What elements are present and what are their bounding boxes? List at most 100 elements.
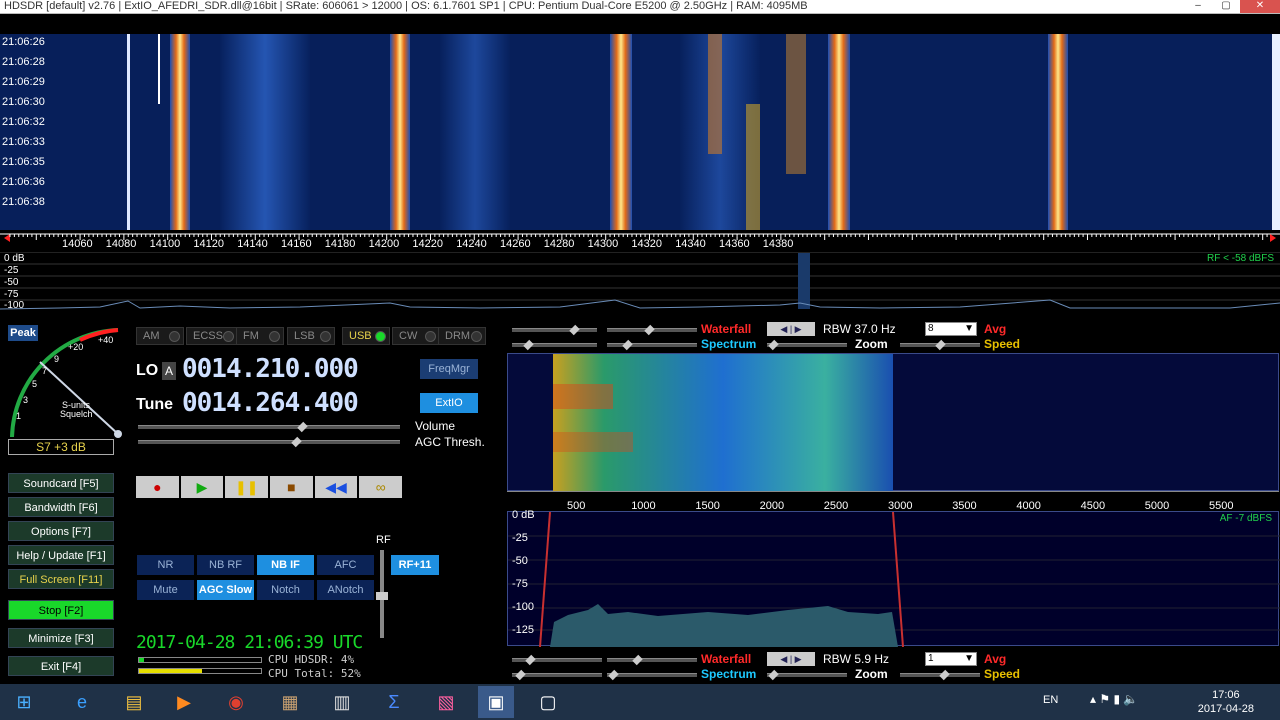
extio-button[interactable]: ExtIO: [420, 393, 478, 413]
window-title: HDSDR [default] v2.76 | ExtIO_AFEDRI_SDR…: [4, 0, 808, 12]
af-spectrum[interactable]: 0 dB -25 -50 -75 -100 -125: [507, 509, 1280, 648]
peak-button[interactable]: Peak: [8, 325, 38, 341]
tray-icons[interactable]: ▴ ⚑ ▮ 🔈: [1090, 692, 1138, 706]
spec-db-100: -100: [4, 300, 25, 311]
sstv-icon[interactable]: ▧: [428, 686, 464, 718]
spectrum-slider-3[interactable]: [512, 669, 602, 681]
dsp-afc-button[interactable]: AFC: [317, 555, 374, 575]
spectrum-slider-1[interactable]: [512, 339, 597, 351]
waterfall-slider-4[interactable]: [607, 654, 697, 666]
af-level: AF -7 dBFS: [1219, 513, 1272, 524]
sidebar-button-3[interactable]: Help / Update [F1]: [8, 545, 114, 565]
dsp-nb-if-button[interactable]: NB IF: [257, 555, 314, 575]
maximize-button[interactable]: ▢: [1212, 0, 1240, 13]
sidebar-button-0[interactable]: Soundcard [F5]: [8, 473, 114, 493]
waterfall-slider-3[interactable]: [512, 654, 602, 666]
freq-label: 14100: [149, 238, 181, 250]
freqmgr-button[interactable]: FreqMgr: [420, 359, 478, 379]
lo-frequency[interactable]: 0014.210.000: [182, 354, 359, 384]
play-button[interactable]: ▶: [180, 476, 224, 498]
minimize-button[interactable]: –: [1184, 0, 1212, 13]
mode-fm-button[interactable]: FM: [236, 327, 284, 345]
mode-usb-button[interactable]: USB: [342, 327, 390, 345]
rf-gain-slider[interactable]: [376, 550, 388, 638]
af-frequency-scale: 500 1000 1500 2000 2500 3000 3500 4000 4500 5000 5…: [507, 491, 1279, 512]
dsp-agc-slow-button[interactable]: AGC Slow: [197, 580, 254, 600]
dsp-mute-button[interactable]: Mute: [137, 580, 194, 600]
af-waterfall[interactable]: [507, 353, 1279, 492]
agc-threshold-slider[interactable]: [138, 436, 400, 448]
lo-a-button[interactable]: A: [162, 362, 176, 380]
time-label: 21:06:36: [2, 176, 45, 188]
sidebar-button-7[interactable]: Exit [F4]: [8, 656, 114, 676]
rf-waterfall[interactable]: [0, 34, 1280, 230]
radio-icon[interactable]: ▦: [272, 686, 308, 718]
cpu-hdsdr-bar: [138, 657, 262, 663]
mode-cw-button[interactable]: CW: [392, 327, 440, 345]
chrome-icon[interactable]: ◉: [218, 686, 254, 718]
sidebar-button-6[interactable]: Minimize [F3]: [8, 628, 114, 648]
speed-slider-top[interactable]: [900, 339, 980, 351]
window-icon[interactable]: ▢: [530, 686, 566, 718]
dsp-notch-button[interactable]: Notch: [257, 580, 314, 600]
dsp-anotch-button[interactable]: ANotch: [317, 580, 374, 600]
waterfall-time-labels: 21:06:26 21:06:28 21:06:29 21:06:30 21:06:32…: [0, 34, 60, 230]
waterfall-slider-2[interactable]: [607, 324, 697, 336]
app-icon-1[interactable]: ▥: [324, 686, 360, 718]
zoom-slider-bottom[interactable]: [767, 669, 847, 681]
stop-playback-button[interactable]: ■: [270, 476, 313, 498]
af-db-label: -50: [512, 555, 528, 567]
rf-frequency-scale[interactable]: 14060 14080 14100 14120 14140 14160 14180 14200…: [0, 230, 1280, 252]
meter-mark-9: 9: [54, 354, 60, 364]
start-icon[interactable]: ⊞: [6, 686, 42, 718]
dsp-nr-button[interactable]: NR: [137, 555, 194, 575]
freq-label: 14160: [281, 238, 312, 250]
language-indicator[interactable]: EN: [1043, 694, 1058, 706]
ie-icon[interactable]: e: [64, 686, 100, 718]
folder-icon[interactable]: ▤: [116, 686, 152, 718]
mode-am-button[interactable]: AM: [136, 327, 184, 345]
speed-slider-bottom[interactable]: [900, 669, 980, 681]
mode-lsb-button[interactable]: LSB: [287, 327, 335, 345]
loop-button[interactable]: ∞: [359, 476, 403, 498]
spectrum-slider-2[interactable]: [607, 339, 697, 351]
sidebar-button-1[interactable]: Bandwidth [F6]: [8, 497, 114, 517]
rbw-arrows-bottom[interactable]: ◀ | ▶: [767, 652, 815, 666]
meter-mark-3: 3: [23, 395, 29, 405]
rf-gain-button[interactable]: RF+11: [391, 555, 439, 575]
squelch-label: Squelch: [60, 409, 93, 419]
media-player-icon[interactable]: ▶: [166, 686, 202, 718]
app-icon-2[interactable]: Σ: [376, 686, 412, 718]
sidebar-button-2[interactable]: Options [F7]: [8, 521, 114, 541]
pause-button[interactable]: ❚❚: [225, 476, 269, 498]
mode-drm-button[interactable]: DRM: [438, 327, 486, 345]
sidebar-button-4[interactable]: Full Screen [F11]: [8, 569, 114, 589]
rewind-button[interactable]: ◀◀: [314, 476, 358, 498]
rbw-top: RBW 37.0 Hz: [823, 322, 896, 336]
agc-threshold-label: AGC Thresh.: [415, 435, 485, 449]
rf-spectrum[interactable]: [0, 252, 1280, 318]
freq-label: 14300: [587, 238, 619, 250]
mode-label: ECSS: [193, 330, 223, 342]
spectrum-slider-4[interactable]: [607, 669, 697, 681]
lo-label: LO: [136, 362, 159, 379]
waterfall-slider-1[interactable]: [512, 324, 597, 336]
mode-ecss-button[interactable]: ECSS: [186, 327, 238, 345]
rbw-arrows-top[interactable]: ◀ | ▶: [767, 322, 815, 336]
taskbar: ⊞ e ▤ ▶ ◉ ▦ ▥ Σ ▧ ▣ ▢ EN ▴ ⚑ ▮ 🔈 17:06 2…: [0, 684, 1280, 720]
mode-led-icon: [425, 331, 436, 342]
volume-slider[interactable]: [138, 421, 400, 433]
close-button[interactable]: ✕: [1240, 0, 1280, 13]
dsp-nb-rf-button[interactable]: NB RF: [197, 555, 254, 575]
zoom-slider-top[interactable]: [767, 339, 847, 351]
clock[interactable]: 17:06 2017-04-28: [1198, 688, 1254, 716]
hdsdr-icon[interactable]: ▣: [478, 686, 514, 718]
avg-select-bottom[interactable]: 1 ▼: [925, 652, 977, 666]
freq-label: 14120: [193, 238, 224, 250]
spectrum-label-top: Spectrum: [701, 337, 757, 351]
mode-led-icon: [375, 331, 386, 342]
avg-select-top[interactable]: 8 ▼: [925, 322, 977, 336]
tune-frequency[interactable]: 0014.264.400: [182, 388, 359, 418]
sidebar-button-5[interactable]: Stop [F2]: [8, 600, 114, 620]
record-button[interactable]: ●: [136, 476, 179, 498]
